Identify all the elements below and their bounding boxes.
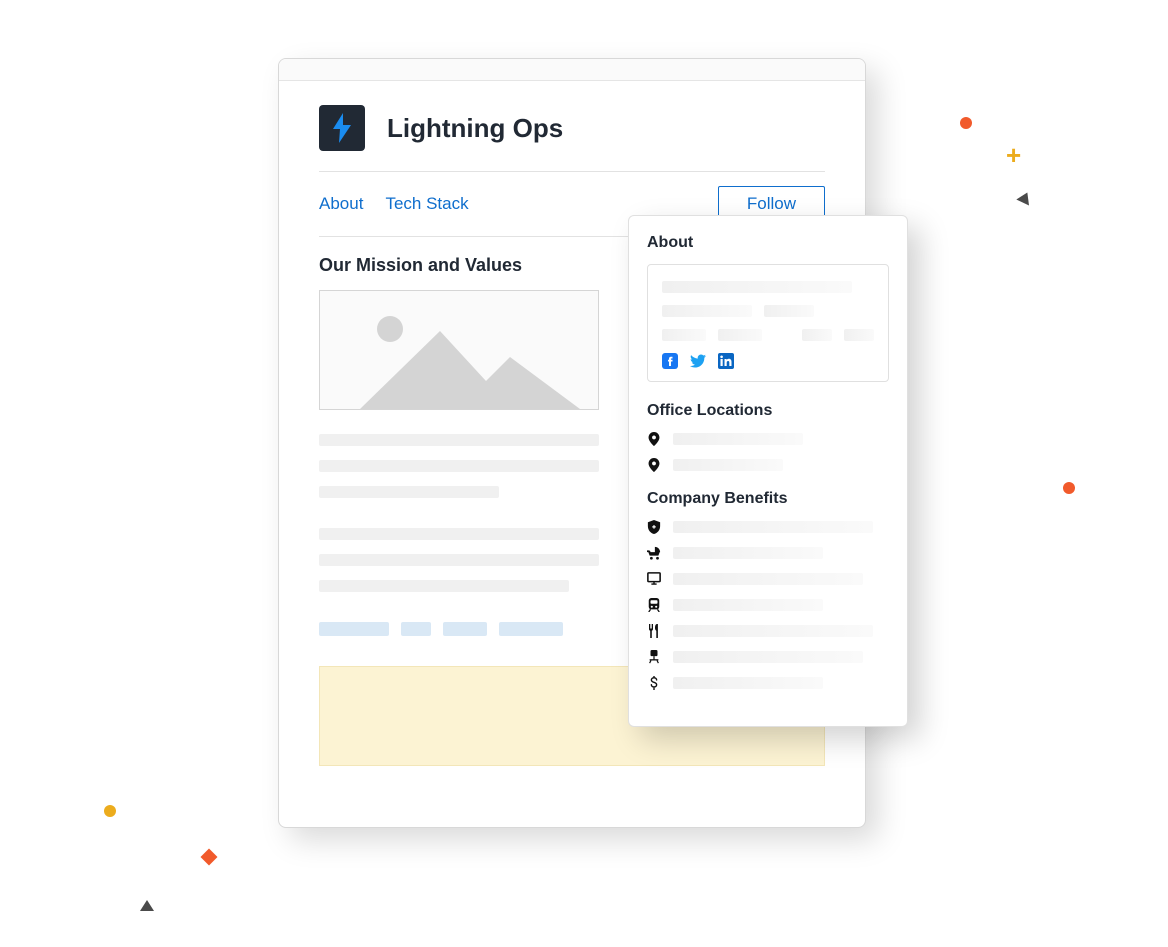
chip [401, 622, 431, 636]
map-pin-icon [647, 458, 661, 472]
text-skeleton [319, 580, 569, 592]
social-icons [662, 353, 874, 369]
company-logo [319, 105, 365, 151]
text-skeleton [673, 677, 823, 689]
tab-tech-stack[interactable]: Tech Stack [385, 194, 468, 214]
text-skeleton [764, 305, 814, 317]
tab-about[interactable]: About [319, 194, 363, 214]
chip [499, 622, 563, 636]
linkedin-icon[interactable] [718, 353, 734, 369]
text-skeleton [319, 434, 599, 446]
text-skeleton [673, 651, 863, 663]
decorative-plus-icon: + [1006, 140, 1021, 171]
food-icon [647, 624, 661, 638]
about-sidebar-card: About Office Locations Company Benefits [628, 215, 908, 727]
lightning-icon [330, 113, 354, 143]
text-skeleton [662, 329, 706, 341]
decorative-triangle [1016, 190, 1033, 206]
text-skeleton [673, 625, 873, 637]
sidebar-about-title: About [647, 234, 889, 252]
text-skeleton [673, 547, 823, 559]
chair-icon [647, 650, 661, 664]
window-chrome [279, 59, 865, 81]
company-header: Lightning Ops [319, 105, 825, 172]
dollar-icon [647, 676, 661, 690]
text-skeleton [662, 281, 852, 293]
text-skeleton [319, 528, 599, 540]
text-skeleton [319, 460, 599, 472]
text-skeleton [673, 599, 823, 611]
facebook-icon[interactable] [662, 353, 678, 369]
benefit-row [647, 598, 889, 612]
location-row [647, 458, 889, 472]
health-shield-icon [647, 520, 661, 534]
benefit-row [647, 650, 889, 664]
text-skeleton [662, 305, 752, 317]
text-skeleton [673, 573, 863, 585]
office-locations-title: Office Locations [647, 402, 889, 420]
benefit-row [647, 546, 889, 560]
decorative-diamond [201, 849, 218, 866]
text-skeleton [319, 554, 599, 566]
text-skeleton [802, 329, 832, 341]
chip [319, 622, 389, 636]
map-pin-icon [647, 432, 661, 446]
text-skeleton [673, 521, 873, 533]
decorative-triangle [140, 900, 154, 911]
twitter-icon[interactable] [690, 353, 706, 369]
text-skeleton [673, 459, 783, 471]
chip [443, 622, 487, 636]
decorative-dot [1063, 482, 1075, 494]
about-info-box [647, 264, 889, 382]
mission-image-placeholder [319, 290, 599, 410]
benefit-row [647, 572, 889, 586]
decorative-dot [104, 805, 116, 817]
location-row [647, 432, 889, 446]
text-skeleton [718, 329, 762, 341]
benefit-row [647, 520, 889, 534]
transit-icon [647, 598, 661, 612]
text-skeleton [673, 433, 803, 445]
decorative-dot [960, 117, 972, 129]
company-name: Lightning Ops [387, 113, 563, 144]
benefit-row [647, 676, 889, 690]
benefit-row [647, 624, 889, 638]
text-skeleton [844, 329, 874, 341]
computer-icon [647, 572, 661, 586]
text-skeleton [319, 486, 499, 498]
company-benefits-title: Company Benefits [647, 490, 889, 508]
stroller-icon [647, 546, 661, 560]
